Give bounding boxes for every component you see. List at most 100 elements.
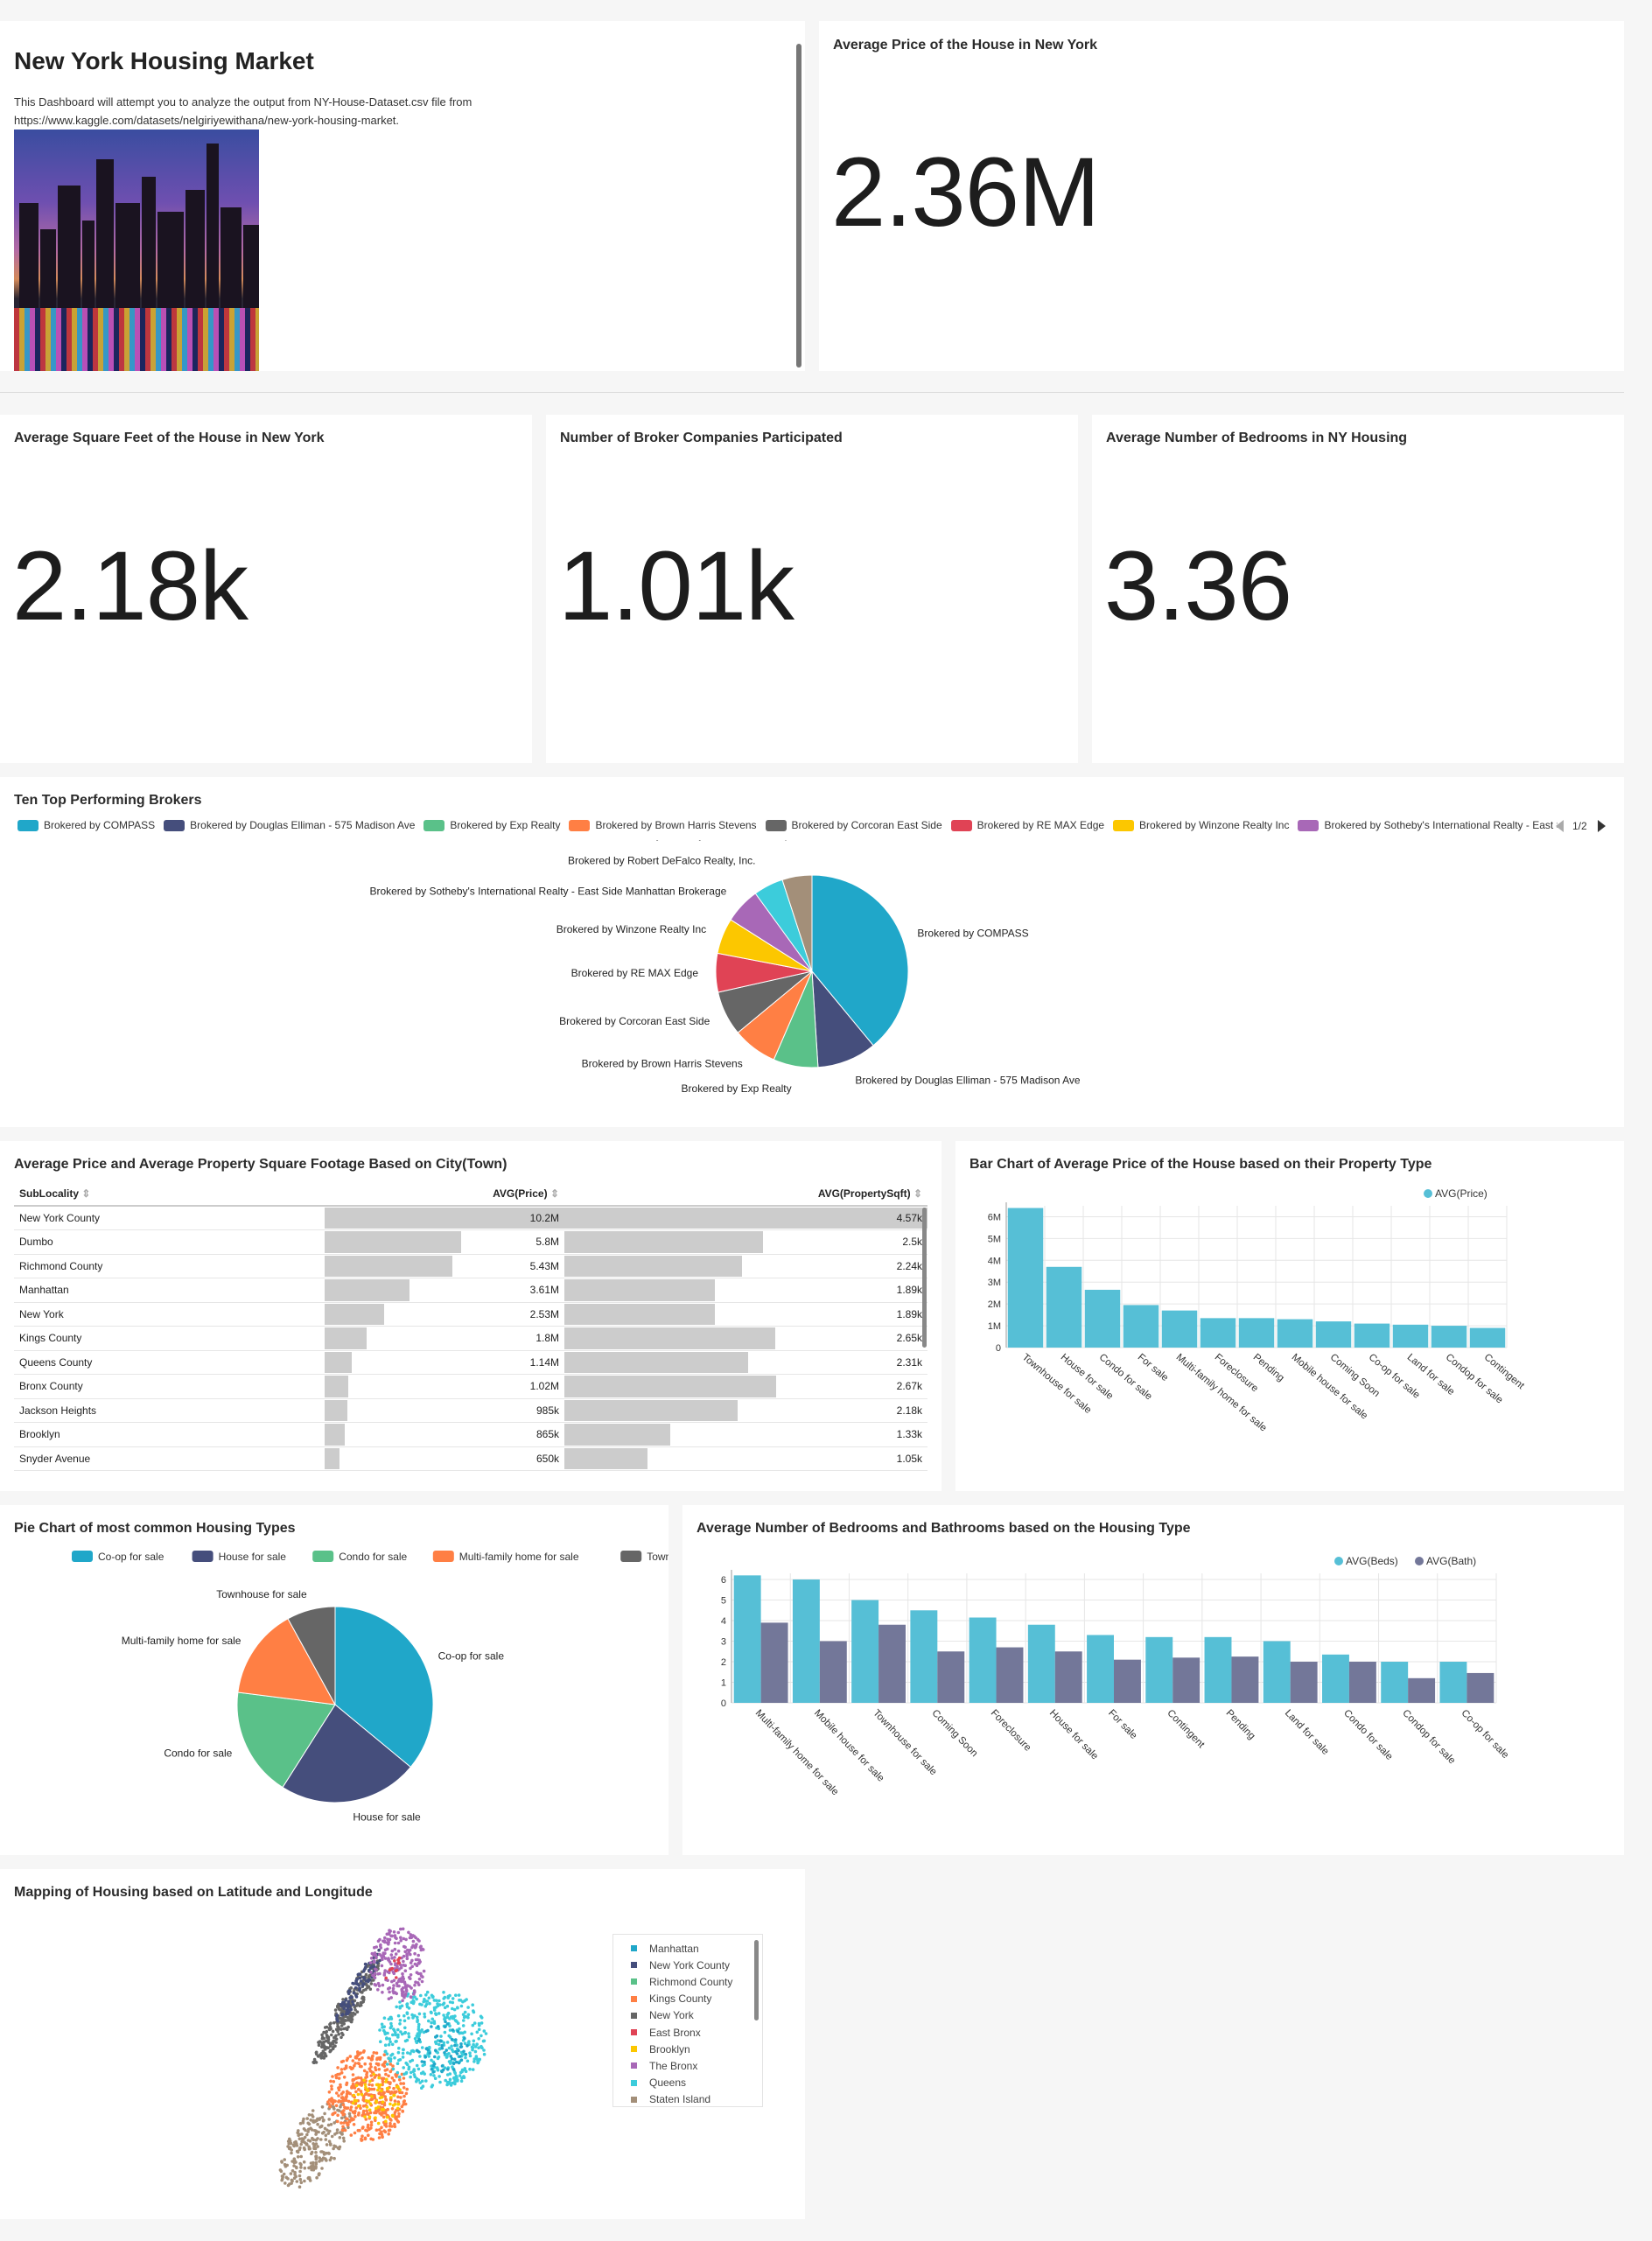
price-bar-chart[interactable]: AVG(Price) 0 1M 2M 3M 4M 5M 6M Townhouse for sal…: [956, 1173, 1624, 1461]
table-row[interactable]: Queens County 1.14M 2.31k: [14, 1350, 928, 1375]
bar-avg-beds-townhouse-for-sale[interactable]: [851, 1600, 879, 1703]
bar-avg-bath-foreclosure[interactable]: [996, 1647, 1024, 1703]
legend-item-brokered-by-brown-harris-stevens[interactable]: Brokered by Brown Harris Stevens: [569, 819, 757, 831]
map-legend-item-new-york-county[interactable]: New York County: [613, 1957, 762, 1973]
table-scrollbar[interactable]: [922, 1208, 927, 1348]
intro-scrollbar[interactable]: [796, 44, 802, 368]
table-row[interactable]: Dumbo 5.8M 2.5k: [14, 1229, 928, 1255]
legend-label-avg-price[interactable]: AVG(Price): [1435, 1187, 1488, 1200]
bar-avg-price-land-for-sale[interactable]: [1392, 1324, 1429, 1348]
legend-item-brokered-by-corcoran-east-side[interactable]: Brokered by Corcoran East Side: [765, 819, 942, 831]
map-point: [290, 2178, 294, 2182]
bar-avg-price-condo-for-sale[interactable]: [1084, 1289, 1121, 1348]
bar-avg-price-house-for-sale[interactable]: [1046, 1266, 1082, 1348]
bar-avg-beds-multi-family-home-for-sale[interactable]: [733, 1575, 761, 1703]
table-row[interactable]: Bronx County 1.02M 2.67k: [14, 1374, 928, 1399]
legend-prev-icon[interactable]: [1556, 820, 1564, 832]
bar-avg-beds-house-for-sale[interactable]: [1027, 1624, 1055, 1703]
legend-label-avg-beds[interactable]: AVG(Beds): [1346, 1555, 1398, 1567]
legend-label-multi-family-home-for-sale[interactable]: Multi-family home for sale: [459, 1551, 579, 1563]
legend-item-brokered-by-compass[interactable]: Brokered by COMPASS: [18, 819, 155, 831]
map-point: [390, 2076, 395, 2080]
housing-map-scatter[interactable]: [245, 1916, 560, 2205]
legend-item-brokered-by-sotheby-s-international-realty-east-side-manhattan-brokerage[interactable]: Brokered by Sotheby's International Real…: [1298, 819, 1558, 831]
bar-avg-bath-house-for-sale[interactable]: [1054, 1651, 1082, 1703]
legend-label-avg-bath[interactable]: AVG(Bath): [1426, 1555, 1476, 1567]
bar-avg-beds-pending[interactable]: [1204, 1636, 1232, 1703]
legend-next-icon[interactable]: [1598, 820, 1606, 832]
map-legend-item-the-bronx[interactable]: The Bronx: [613, 2057, 762, 2074]
table-row[interactable]: Snyder Avenue 650k 1.05k: [14, 1446, 928, 1471]
sort-icon[interactable]: ⇕: [914, 1187, 922, 1200]
legend-item-brokered-by-exp-realty[interactable]: Brokered by Exp Realty: [424, 819, 560, 831]
table-row[interactable]: Brooklyn 865k 1.33k: [14, 1422, 928, 1447]
bar-avg-bath-condo-for-sale[interactable]: [1348, 1662, 1376, 1703]
bar-avg-bath-pending[interactable]: [1231, 1656, 1259, 1703]
bar-avg-beds-contingent[interactable]: [1145, 1636, 1173, 1703]
bar-avg-bath-condop-for-sale[interactable]: [1408, 1677, 1436, 1703]
legend-item-brokered-by-winzone-realty-inc[interactable]: Brokered by Winzone Realty Inc: [1113, 819, 1289, 831]
map-cluster-staten-island[interactable]: [278, 2102, 352, 2188]
bar-avg-price-townhouse-for-sale[interactable]: [1007, 1208, 1044, 1348]
bar-avg-bath-for-sale[interactable]: [1114, 1659, 1141, 1703]
map-point: [349, 2007, 354, 2012]
bar-avg-bath-co-op-for-sale[interactable]: [1466, 1672, 1494, 1703]
description-line-2[interactable]: https://www.kaggle.com/datasets/nelgiriy…: [14, 111, 626, 130]
bar-avg-price-co-op-for-sale[interactable]: [1354, 1323, 1390, 1348]
column-avg-price[interactable]: AVG(Price) ⇕: [325, 1181, 564, 1207]
bar-avg-price-foreclosure[interactable]: [1200, 1318, 1236, 1348]
legend-label-co-op-for-sale[interactable]: Co-op for sale: [98, 1551, 164, 1563]
bar-avg-price-mobile-house-for-sale[interactable]: [1277, 1319, 1313, 1348]
bar-avg-price-contingent[interactable]: [1469, 1327, 1506, 1348]
bar-avg-beds-coming-soon[interactable]: [910, 1610, 938, 1703]
map-legend-item-richmond-county[interactable]: Richmond County: [613, 1973, 762, 1990]
bar-avg-price-condop-for-sale[interactable]: [1431, 1326, 1467, 1348]
beds-bath-chart[interactable]: AVG(Beds) AVG(Bath)0123456Multi-family ho…: [682, 1540, 1624, 1829]
types-pie-chart[interactable]: Co-op for sale House for sale Condo for sa…: [0, 1540, 668, 1846]
map-legend-item-brooklyn[interactable]: Brooklyn: [613, 2041, 762, 2057]
column-avg-sqft[interactable]: AVG(PropertySqft) ⇕: [564, 1181, 928, 1207]
table-row[interactable]: Kings County 1.8M 2.65k: [14, 1326, 928, 1351]
legend-item-brokered-by-re-max-edge[interactable]: Brokered by RE MAX Edge: [950, 819, 1104, 831]
map-legend-item-staten-island[interactable]: Staten Island: [613, 2091, 762, 2108]
table-row[interactable]: Manhattan 3.61M 1.89k: [14, 1278, 928, 1303]
table-row[interactable]: Jackson Heights 985k 2.18k: [14, 1398, 928, 1423]
bar-avg-price-multi-family-home-for-sale[interactable]: [1161, 1310, 1198, 1348]
legend-label-condo-for-sale[interactable]: Condo for sale: [339, 1551, 407, 1563]
map-legend-item-new-york[interactable]: New York: [613, 2007, 762, 2024]
map-point: [352, 2003, 355, 2006]
bar-avg-beds-condop-for-sale[interactable]: [1381, 1662, 1409, 1703]
bar-avg-bath-coming-soon[interactable]: [937, 1651, 965, 1703]
table-row[interactable]: Richmond County 5.43M 2.24k: [14, 1254, 928, 1278]
table-row[interactable]: New York 2.53M 1.89k: [14, 1302, 928, 1327]
sort-icon[interactable]: ⇕: [81, 1187, 90, 1200]
bar-avg-beds-foreclosure[interactable]: [969, 1617, 997, 1703]
column-sublocality[interactable]: SubLocality ⇕: [14, 1181, 325, 1207]
map-legend-item-queens[interactable]: Queens: [613, 2075, 762, 2091]
bar-avg-beds-for-sale[interactable]: [1087, 1635, 1114, 1703]
bar-avg-price-for-sale[interactable]: [1123, 1305, 1159, 1348]
table-row[interactable]: New York County 10.2M 4.57k: [14, 1206, 928, 1230]
bar-avg-bath-multi-family-home-for-sale[interactable]: [760, 1622, 788, 1703]
legend-label-townhouse-for-sale[interactable]: Townhouse for sale: [647, 1551, 668, 1563]
bar-avg-bath-townhouse-for-sale[interactable]: [878, 1624, 906, 1703]
bar-avg-bath-land-for-sale[interactable]: [1290, 1662, 1318, 1703]
brokers-pie-chart[interactable]: Brokered by COMPASS Brokered by Douglas E…: [0, 840, 1624, 1103]
map-point: [377, 2085, 381, 2089]
bar-avg-beds-condo-for-sale[interactable]: [1321, 1654, 1349, 1703]
bar-avg-beds-co-op-for-sale[interactable]: [1439, 1662, 1467, 1703]
bar-avg-bath-contingent[interactable]: [1172, 1657, 1200, 1703]
map-legend-scrollbar[interactable]: [754, 1940, 759, 2020]
map-legend-item-kings-county[interactable]: Kings County: [613, 1991, 762, 2007]
bar-avg-beds-mobile-house-for-sale[interactable]: [792, 1579, 820, 1703]
bar-avg-beds-land-for-sale[interactable]: [1263, 1641, 1291, 1703]
legend-label-house-for-sale[interactable]: House for sale: [219, 1551, 287, 1563]
bar-avg-price-coming-soon[interactable]: [1315, 1321, 1352, 1348]
bar-avg-bath-mobile-house-for-sale[interactable]: [819, 1641, 847, 1703]
map-legend-item-east-bronx[interactable]: East Bronx: [613, 2024, 762, 2041]
map-legend-item-manhattan[interactable]: Manhattan: [613, 1940, 762, 1957]
map-point: [311, 2109, 315, 2112]
bar-avg-price-pending[interactable]: [1238, 1318, 1275, 1348]
sort-icon[interactable]: ⇕: [550, 1187, 559, 1200]
legend-item-brokered-by-douglas-elliman-575-madison-ave[interactable]: Brokered by Douglas Elliman - 575 Madiso…: [164, 819, 415, 831]
